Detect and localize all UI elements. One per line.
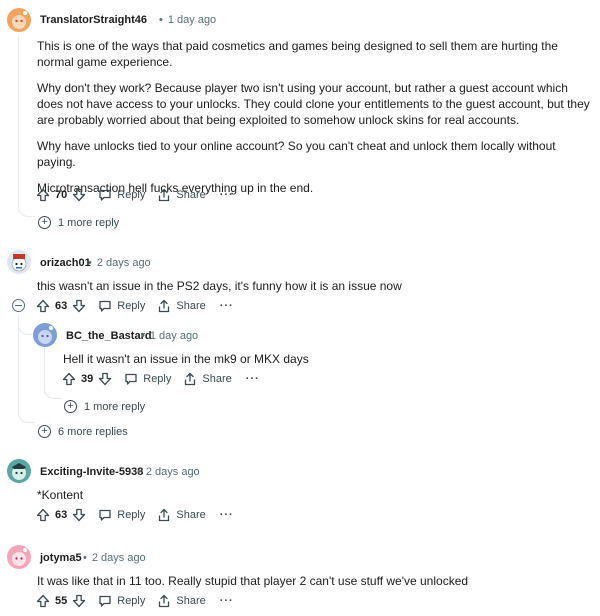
snoo-avatar-icon <box>12 463 26 480</box>
overflow-dots-icon[interactable]: ··· <box>246 373 260 385</box>
thread-line <box>18 316 19 416</box>
avatar[interactable] <box>7 459 31 483</box>
share-icon <box>157 594 171 608</box>
comment-timestamp: • 2 days ago <box>137 466 200 478</box>
comment-username[interactable]: Exciting-Invite-5938 <box>40 466 143 478</box>
overflow-dots-icon[interactable]: ··· <box>220 300 234 312</box>
thread-curve <box>44 386 61 399</box>
arrow-up-icon[interactable] <box>36 188 50 202</box>
arrow-up-icon[interactable] <box>36 299 50 313</box>
comment-paragraph: Why have unlocks tied to your online acc… <box>37 139 556 169</box>
comment-timestamp: • 2 days ago <box>83 552 146 564</box>
overflow-dots-icon[interactable]: ··· <box>220 509 234 521</box>
arrow-down-icon[interactable] <box>72 188 86 202</box>
avatar[interactable] <box>7 8 31 32</box>
minus-circle-icon[interactable] <box>12 299 25 312</box>
reply-button[interactable]: Reply <box>98 594 145 608</box>
arrow-up-icon[interactable] <box>36 594 50 608</box>
overflow-dots-icon[interactable]: ··· <box>220 189 234 201</box>
comment-body: this wasn't an issue in the PS2 days, it… <box>37 279 402 293</box>
vote-count: 63 <box>55 509 68 521</box>
speech-bubble-icon <box>98 508 112 522</box>
speech-bubble-icon <box>98 188 112 202</box>
more-replies-button[interactable]: + 1 more reply <box>38 216 119 229</box>
speech-bubble-icon <box>98 299 112 313</box>
share-button[interactable]: Share <box>183 372 232 386</box>
comment-timestamp: • 2 days ago <box>88 257 151 269</box>
vote-count: 55 <box>55 595 68 607</box>
arrow-down-icon[interactable] <box>98 372 112 386</box>
thread-line <box>18 36 19 212</box>
share-icon <box>157 508 171 522</box>
reply-button[interactable]: Reply <box>124 372 171 386</box>
snoo-avatar-icon <box>38 326 53 344</box>
reply-button[interactable]: Reply <box>98 188 145 202</box>
comment-timestamp: • 1 day ago <box>159 14 217 26</box>
share-button[interactable]: Share <box>157 188 206 202</box>
avatar[interactable] <box>7 250 31 274</box>
speech-bubble-icon <box>98 594 112 608</box>
comment-username[interactable]: jotyma5 <box>40 552 82 564</box>
thread-curve <box>18 410 35 423</box>
arrow-down-icon[interactable] <box>72 594 86 608</box>
comment-actions: 63 Reply Share ··· <box>36 505 234 525</box>
comment-actions: 63 Reply Share ··· <box>36 296 234 316</box>
plus-circle-icon: + <box>64 400 77 413</box>
vote-count: 70 <box>55 189 68 201</box>
comment-actions: 55 Reply Share ··· <box>36 591 234 611</box>
share-icon <box>183 372 197 386</box>
vote-count: 39 <box>81 373 94 385</box>
comment-paragraph: This is one of the ways that paid cosmet… <box>37 39 558 69</box>
vote-count: 63 <box>55 300 68 312</box>
snoo-avatar-icon <box>11 254 27 272</box>
more-replies-button[interactable]: + 1 more reply <box>64 400 145 413</box>
overflow-dots-icon[interactable]: ··· <box>220 595 234 607</box>
reply-button[interactable]: Reply <box>98 299 145 313</box>
arrow-up-icon[interactable] <box>62 372 76 386</box>
arrow-down-icon[interactable] <box>72 508 86 522</box>
comment-username[interactable]: TranslatorStraight46 <box>40 14 147 26</box>
snoo-avatar-icon <box>12 11 27 29</box>
arrow-down-icon[interactable] <box>72 299 86 313</box>
reply-button[interactable]: Reply <box>98 508 145 522</box>
share-button[interactable]: Share <box>157 508 206 522</box>
share-icon <box>157 188 171 202</box>
snoo-avatar-icon <box>12 548 27 566</box>
comment-actions: 70 Reply Share ··· <box>36 185 234 205</box>
reply-actions: 39 Reply Share ··· <box>62 369 260 389</box>
share-button[interactable]: Share <box>157 299 206 313</box>
comment-body: This is one of the ways that paid cosmet… <box>37 38 597 196</box>
speech-bubble-icon <box>124 372 138 386</box>
reply-timestamp: • 1 day ago <box>141 330 199 342</box>
plus-circle-icon: + <box>38 425 51 438</box>
avatar[interactable] <box>7 545 31 569</box>
comment-body: *Kontent <box>37 488 84 502</box>
reply-body: Hell it wasn't an issue in the mk9 or MK… <box>63 352 309 366</box>
more-replies-button[interactable]: + 6 more replies <box>38 425 128 438</box>
comment-body: It was like that in 11 too. Really stupi… <box>37 574 469 588</box>
plus-circle-icon: + <box>38 216 51 229</box>
share-button[interactable]: Share <box>157 594 206 608</box>
thread-curve <box>18 204 35 217</box>
avatar[interactable] <box>33 323 57 347</box>
arrow-up-icon[interactable] <box>36 508 50 522</box>
comment-paragraph: Why don't they work? Because player two … <box>37 81 590 127</box>
share-icon <box>157 299 171 313</box>
